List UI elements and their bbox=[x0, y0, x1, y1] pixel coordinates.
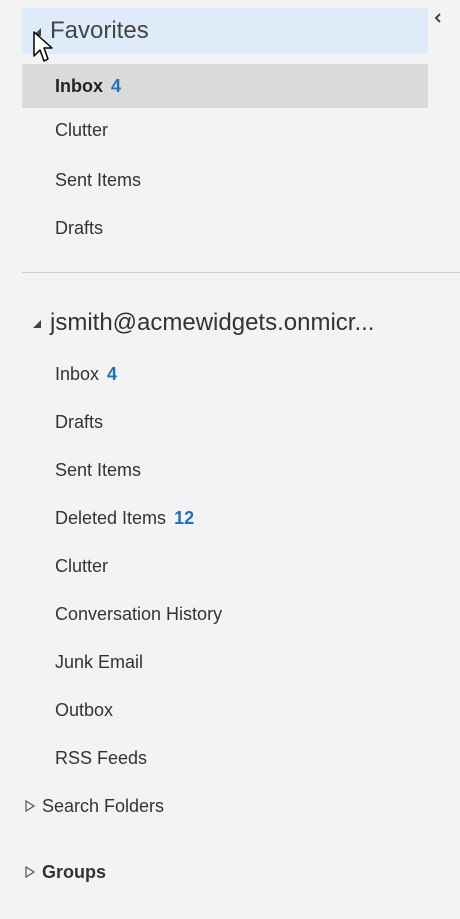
folder-label: Conversation History bbox=[55, 603, 223, 624]
account-item-clutter[interactable]: Clutter bbox=[22, 544, 428, 588]
account-item-drafts[interactable]: Drafts bbox=[22, 400, 428, 444]
folder-pane: Favorites Inbox 4 Clutter Sent Items Dra… bbox=[0, 0, 460, 919]
folder-label: Outbox bbox=[55, 699, 114, 720]
folder-label: Search Folders bbox=[42, 795, 165, 816]
account-item-inbox[interactable]: Inbox 4 bbox=[22, 352, 428, 396]
folder-label: RSS Feeds bbox=[55, 747, 148, 768]
triangle-collapsed-icon[interactable] bbox=[24, 865, 36, 879]
folder-label: Drafts bbox=[55, 411, 104, 432]
account-item-search-folders[interactable]: Search Folders bbox=[22, 784, 428, 828]
favorites-item-sent-items[interactable]: Sent Items bbox=[22, 158, 428, 202]
folder-label: Junk Email bbox=[55, 651, 144, 672]
groups-header[interactable]: Groups bbox=[22, 850, 428, 894]
account-item-deleted-items[interactable]: Deleted Items 12 bbox=[22, 496, 428, 540]
folder-label: Clutter bbox=[55, 555, 109, 576]
section-divider bbox=[22, 272, 460, 273]
groups-label: Groups bbox=[42, 861, 107, 882]
folder-label: Clutter bbox=[55, 119, 109, 140]
account-item-outbox[interactable]: Outbox bbox=[22, 688, 428, 732]
account-item-rss-feeds[interactable]: RSS Feeds bbox=[22, 736, 428, 780]
unread-count: 4 bbox=[107, 363, 118, 384]
folder-label: Inbox bbox=[55, 363, 100, 384]
favorites-item-inbox[interactable]: Inbox 4 bbox=[22, 64, 428, 108]
favorites-item-clutter[interactable]: Clutter bbox=[22, 108, 428, 152]
triangle-expanded-icon[interactable] bbox=[30, 24, 44, 38]
triangle-collapsed-icon[interactable] bbox=[24, 799, 36, 813]
favorites-title: Favorites bbox=[50, 17, 149, 44]
favorites-item-drafts[interactable]: Drafts bbox=[22, 206, 428, 250]
account-item-conversation-history[interactable]: Conversation History bbox=[22, 592, 428, 636]
unread-count: 4 bbox=[111, 75, 122, 96]
account-item-sent-items[interactable]: Sent Items bbox=[22, 448, 428, 492]
favorites-header[interactable]: Favorites bbox=[22, 8, 428, 54]
folder-label: Drafts bbox=[55, 217, 104, 238]
unread-count: 12 bbox=[174, 507, 195, 528]
folder-label: Sent Items bbox=[55, 459, 142, 480]
folder-label: Inbox bbox=[55, 75, 103, 96]
folder-label: Deleted Items bbox=[55, 507, 167, 528]
collapse-pane-button[interactable] bbox=[426, 6, 450, 30]
triangle-expanded-icon[interactable] bbox=[30, 316, 44, 330]
folder-label: Sent Items bbox=[55, 169, 142, 190]
account-title: jsmith@acmewidgets.onmicr... bbox=[50, 309, 375, 336]
chevron-left-icon bbox=[434, 13, 441, 23]
account-item-junk-email[interactable]: Junk Email bbox=[22, 640, 428, 684]
account-header[interactable]: jsmith@acmewidgets.onmicr... bbox=[22, 298, 460, 348]
